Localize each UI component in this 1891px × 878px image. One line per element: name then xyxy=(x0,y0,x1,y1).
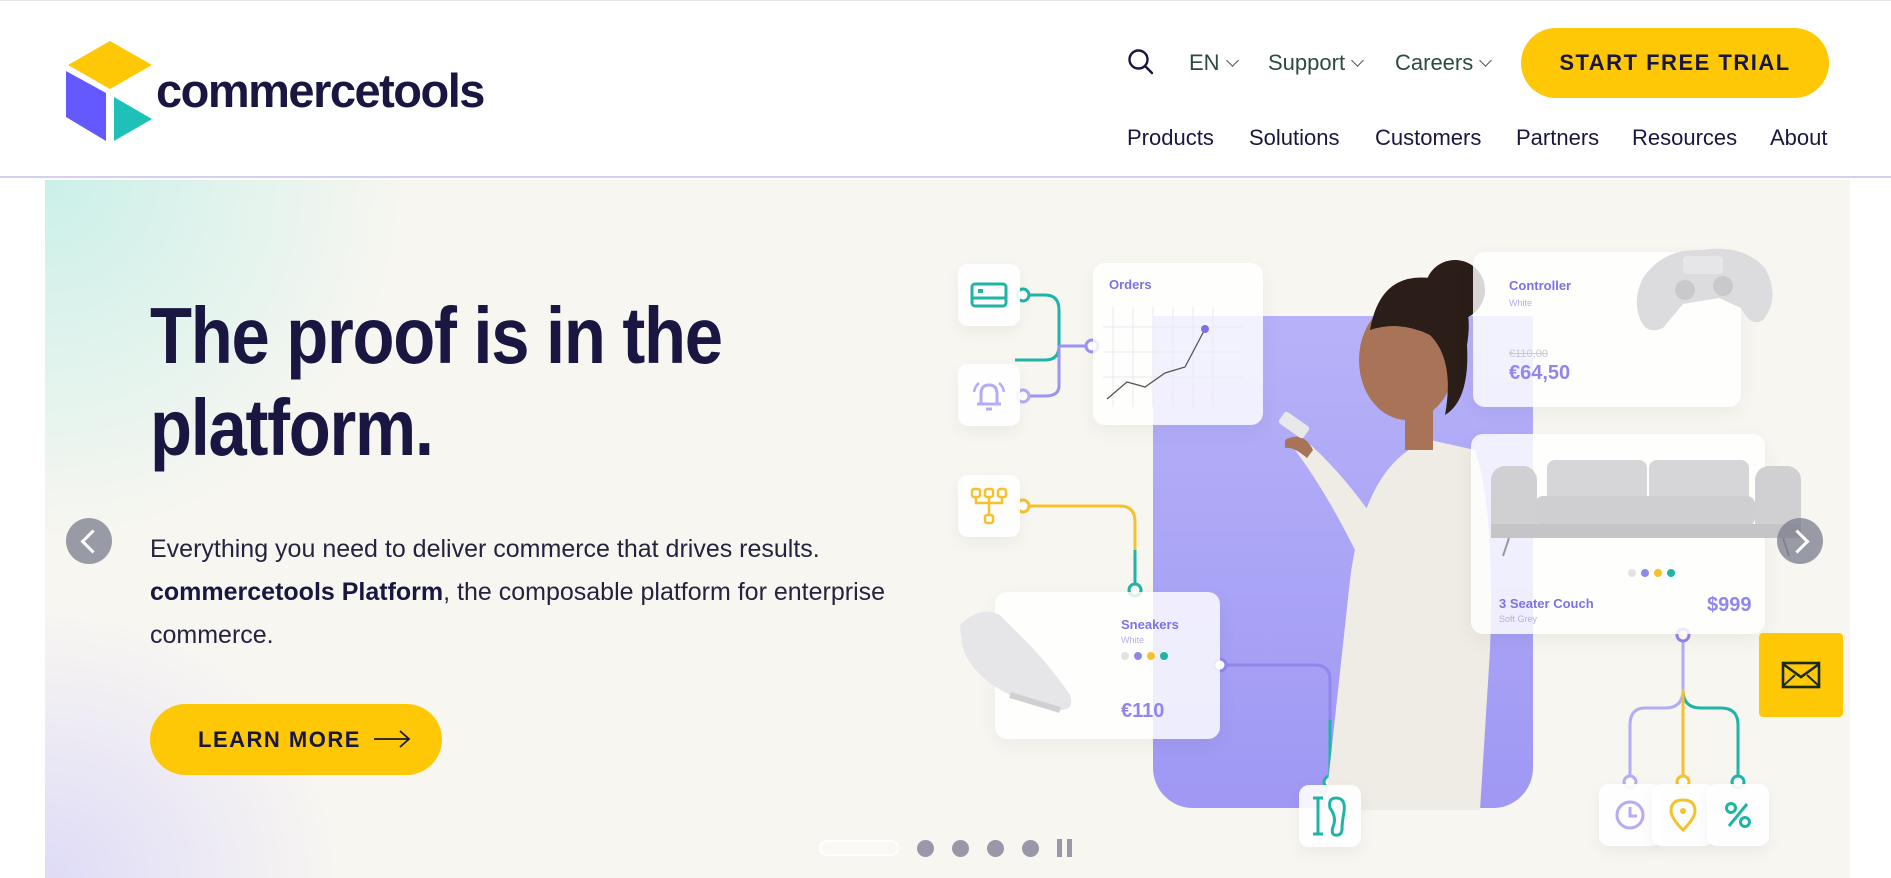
pager-slide-2[interactable] xyxy=(917,839,934,857)
body-tile xyxy=(1299,785,1361,847)
couch-title: 3 Seater Couch xyxy=(1499,596,1594,611)
woman-with-phone-image xyxy=(1278,260,1491,810)
hero-description: Everything you need to deliver commerce … xyxy=(150,528,910,657)
sneakers-subtitle: White xyxy=(1121,635,1145,645)
nav-products[interactable]: Products xyxy=(1127,125,1214,155)
start-free-trial-button[interactable]: START FREE TRIAL xyxy=(1521,28,1829,98)
sneakers-title: Sneakers xyxy=(1121,617,1179,632)
location-tile xyxy=(1652,784,1714,846)
color-dot xyxy=(1654,569,1662,577)
contact-mail-button[interactable] xyxy=(1759,633,1843,717)
nav-solutions[interactable]: Solutions xyxy=(1249,125,1340,155)
controller-subtitle: White xyxy=(1509,298,1533,308)
site-header: commercetools EN Support Careers START F… xyxy=(0,0,1891,178)
hierarchy-icon xyxy=(970,487,1008,525)
color-dot xyxy=(1121,652,1129,660)
notification-tile xyxy=(958,364,1020,426)
structure-tile xyxy=(958,475,1020,537)
support-menu[interactable]: Support xyxy=(1268,45,1364,81)
chevron-down-icon xyxy=(1479,53,1493,67)
learn-more-label: LEARN MORE xyxy=(198,726,361,752)
controller-title: Controller xyxy=(1509,278,1572,293)
arrow-right-icon xyxy=(374,730,411,748)
logo-text: commercetools xyxy=(156,64,485,117)
color-dot xyxy=(1147,652,1155,660)
search-icon[interactable] xyxy=(1126,47,1156,77)
hero-headline: The proof is in the platform. xyxy=(150,291,723,472)
language-selector[interactable]: EN xyxy=(1189,45,1239,81)
foot-measure-icon xyxy=(1313,796,1346,837)
color-dot xyxy=(1134,652,1142,660)
orders-line-chart xyxy=(1103,307,1243,407)
hero-carousel: Orders Controller White €110,00 €64,50 3… xyxy=(45,180,1850,878)
orders-card: Orders xyxy=(1093,263,1263,425)
controller-old-price: €110,00 xyxy=(1509,348,1548,360)
nav-resources[interactable]: Resources xyxy=(1632,125,1737,155)
chevron-down-icon xyxy=(1225,53,1239,67)
credit-card-icon xyxy=(970,282,1008,308)
logo-cube-icon xyxy=(66,41,152,141)
pager-slide-5[interactable] xyxy=(1022,839,1039,857)
commercetools-logo[interactable]: commercetools xyxy=(64,37,485,145)
sneaker-image xyxy=(960,611,1072,713)
clock-icon xyxy=(1615,800,1645,830)
nav-about[interactable]: About xyxy=(1770,125,1828,155)
hero-description-line1: Everything you need to deliver commerce … xyxy=(150,535,820,563)
nav-partners[interactable]: Partners xyxy=(1516,125,1599,155)
color-dot xyxy=(1667,569,1675,577)
pause-icon[interactable] xyxy=(1057,839,1073,857)
color-dot xyxy=(1628,569,1636,577)
game-controller-image xyxy=(1636,248,1773,331)
pager-slide-3[interactable] xyxy=(952,839,969,857)
couch-color-dots xyxy=(1628,569,1675,577)
learn-more-button[interactable]: LEARN MORE xyxy=(150,704,442,775)
orders-title: Orders xyxy=(1109,277,1152,292)
location-pin-icon xyxy=(1669,798,1697,833)
color-dot xyxy=(1641,569,1649,577)
controller-price: €64,50 xyxy=(1509,362,1571,384)
couch-price: $999 xyxy=(1707,594,1752,616)
couch-subtitle: Soft Grey xyxy=(1499,614,1538,624)
pager-slide-1-active[interactable] xyxy=(819,840,899,856)
language-label: EN xyxy=(1189,50,1220,75)
color-dot xyxy=(1160,652,1168,660)
mail-icon xyxy=(1781,661,1821,689)
carousel-pager xyxy=(819,838,1073,858)
careers-label: Careers xyxy=(1395,50,1474,75)
sneakers-price: €110 xyxy=(1121,700,1165,722)
carousel-prev-button[interactable] xyxy=(66,518,112,564)
payment-card-tile xyxy=(958,264,1020,326)
pager-slide-4[interactable] xyxy=(987,839,1004,857)
chevron-down-icon xyxy=(1351,53,1364,67)
percent-icon xyxy=(1725,802,1751,828)
careers-menu[interactable]: Careers xyxy=(1395,45,1493,81)
couch-image xyxy=(1491,460,1801,557)
discount-tile xyxy=(1707,784,1769,846)
bell-icon xyxy=(972,382,1006,411)
support-label: Support xyxy=(1268,50,1346,75)
hero-description-product: commercetools Platform xyxy=(150,578,444,606)
nav-customers[interactable]: Customers xyxy=(1375,125,1481,155)
carousel-next-button[interactable] xyxy=(1777,518,1823,564)
sneakers-color-dots xyxy=(1121,652,1168,660)
